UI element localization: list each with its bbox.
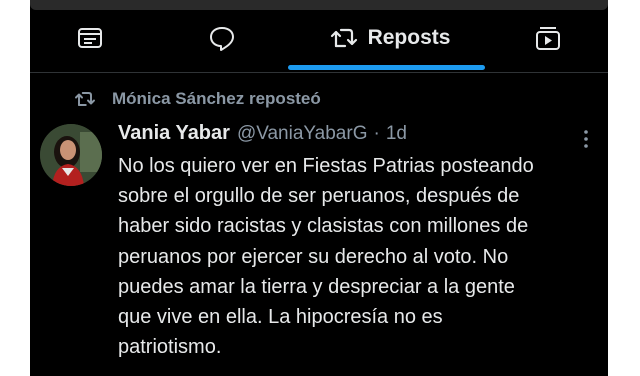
avatar-image <box>40 124 102 186</box>
tab-reposts[interactable]: Reposts <box>310 18 470 58</box>
separator-dot: · <box>373 123 380 144</box>
speech-bubble-icon <box>210 27 234 51</box>
video-icon <box>536 27 560 50</box>
status-bar <box>30 0 608 10</box>
repost-banner[interactable]: Mónica Sánchez reposteó <box>74 87 321 111</box>
tab-replies[interactable] <box>200 18 244 58</box>
more-vertical-icon <box>584 130 588 148</box>
repost-banner-text: Mónica Sánchez reposteó <box>112 89 321 108</box>
more-options-button[interactable] <box>576 128 596 150</box>
tab-video[interactable] <box>526 18 570 58</box>
author-handle[interactable]: @VaniaYabarG <box>237 123 368 145</box>
avatar[interactable] <box>40 124 102 186</box>
active-tab-indicator <box>288 65 485 70</box>
tab-bar: Reposts <box>30 10 608 73</box>
tweet-timestamp[interactable]: 1d <box>386 123 407 145</box>
tab-reposts-label: Reposts <box>367 26 451 49</box>
repost-icon <box>330 28 357 48</box>
tweet-text: No los quiero ver en Fiestas Patrias pos… <box>118 155 534 359</box>
list-icon <box>78 28 102 48</box>
tweet-header: Vania Yabar @VaniaYabarG · 1d <box>118 122 407 150</box>
repost-icon <box>75 92 95 106</box>
author-name[interactable]: Vania Yabar <box>118 122 230 145</box>
app-screen: Reposts Mónica Sánchez reposteó Vania Ya… <box>30 0 608 376</box>
tab-lists[interactable] <box>68 18 112 58</box>
